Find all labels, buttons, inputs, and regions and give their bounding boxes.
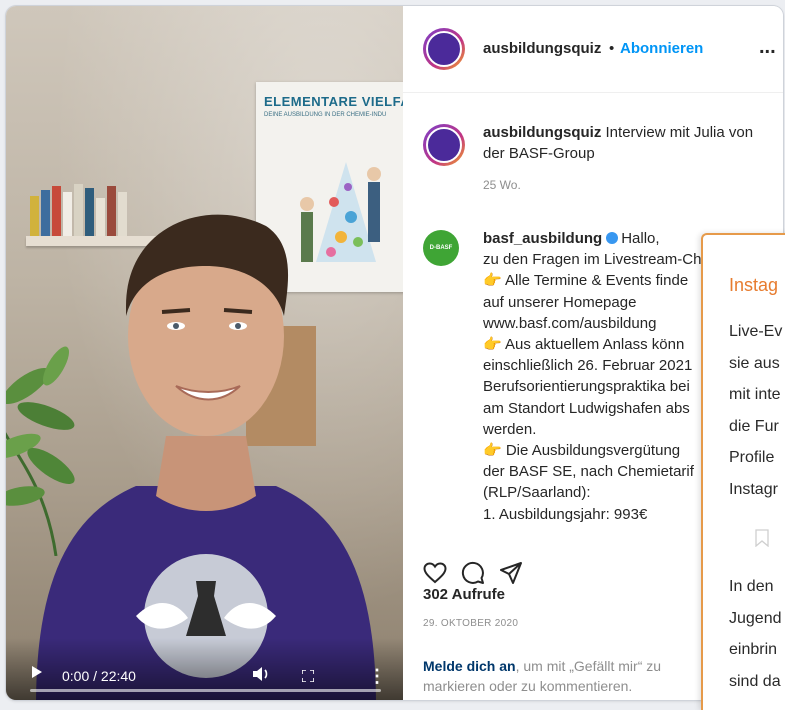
- post-actions: [423, 560, 523, 586]
- info-box-text: Live-Ev sie aus mit inte die Fur Profile…: [729, 316, 782, 505]
- basf-avatar[interactable]: D-BASF: [423, 230, 459, 266]
- fullscreen-icon[interactable]: [302, 670, 314, 682]
- post-caption: ausbildungsquiz Interview mit Julia von …: [483, 122, 763, 164]
- login-prompt: Melde dich an, um mit „Gefällt mir“ zu m…: [423, 656, 723, 696]
- more-options-icon[interactable]: ...: [759, 36, 776, 59]
- post-date[interactable]: 29. OKTOBER 2020: [423, 618, 518, 629]
- post-header: ausbildungsquiz • Abonnieren ...: [403, 6, 783, 93]
- info-box-line: Instagr: [729, 480, 778, 498]
- info-box-overlay: Instag Live-Ev sie aus mit inte die Fur …: [701, 233, 785, 710]
- info-box-text-2: In den Jugend einbrin sind da: [729, 571, 782, 697]
- presenter: [36, 214, 376, 700]
- info-box-line: In den: [729, 578, 774, 595]
- info-box-line: sie aus: [729, 354, 780, 372]
- video-progress-bar[interactable]: [30, 689, 381, 692]
- video-player[interactable]: ELEMENTARE VIELFA DEINE AUSBILDUNG IN DE…: [6, 6, 403, 700]
- post-frame: ELEMENTARE VIELFA DEINE AUSBILDUNG IN DE…: [6, 6, 783, 700]
- caption-username[interactable]: ausbildungsquiz: [483, 124, 601, 141]
- info-box-line: sind da: [729, 672, 781, 690]
- caption-time[interactable]: 25 Wo.: [483, 178, 521, 192]
- follow-button[interactable]: Abonnieren: [620, 40, 703, 57]
- verified-icon: [606, 232, 619, 244]
- comment-username[interactable]: basf_ausbildung: [483, 230, 602, 247]
- volume-icon[interactable]: [252, 666, 270, 682]
- video-controls: 0:00 / 22:40 ⋮: [6, 638, 403, 700]
- login-link[interactable]: Melde dich an: [423, 658, 516, 674]
- header-separator: •: [609, 40, 615, 57]
- header-username[interactable]: ausbildungsquiz: [483, 40, 601, 57]
- heart-icon[interactable]: [423, 562, 447, 584]
- info-box-line: Profile: [729, 449, 775, 466]
- poster-subtitle: DEINE AUSBILDUNG IN DER CHEMIE-INDU: [264, 112, 387, 118]
- info-box-line: mit inte: [729, 386, 781, 403]
- play-icon[interactable]: [32, 666, 42, 678]
- info-box-line: Live-Ev: [729, 323, 783, 340]
- share-icon[interactable]: [499, 561, 523, 585]
- bookmark-icon: [755, 529, 769, 547]
- poster-title: ELEMENTARE VIELFA: [264, 94, 403, 109]
- video-time: 0:00 / 22:40: [62, 668, 136, 684]
- video-more-icon[interactable]: ⋮: [368, 667, 386, 685]
- header-avatar[interactable]: [423, 28, 465, 70]
- info-box-line: einbrin: [729, 641, 778, 658]
- info-box-title: Instag: [729, 275, 779, 295]
- caption-avatar[interactable]: [423, 124, 465, 166]
- info-box-line: die Fur: [729, 417, 779, 435]
- info-box-line: Jugend: [729, 609, 782, 627]
- comment-line: Hallo,: [621, 230, 660, 247]
- comment-icon[interactable]: [461, 561, 485, 585]
- view-count: 302 Aufrufe: [423, 586, 505, 603]
